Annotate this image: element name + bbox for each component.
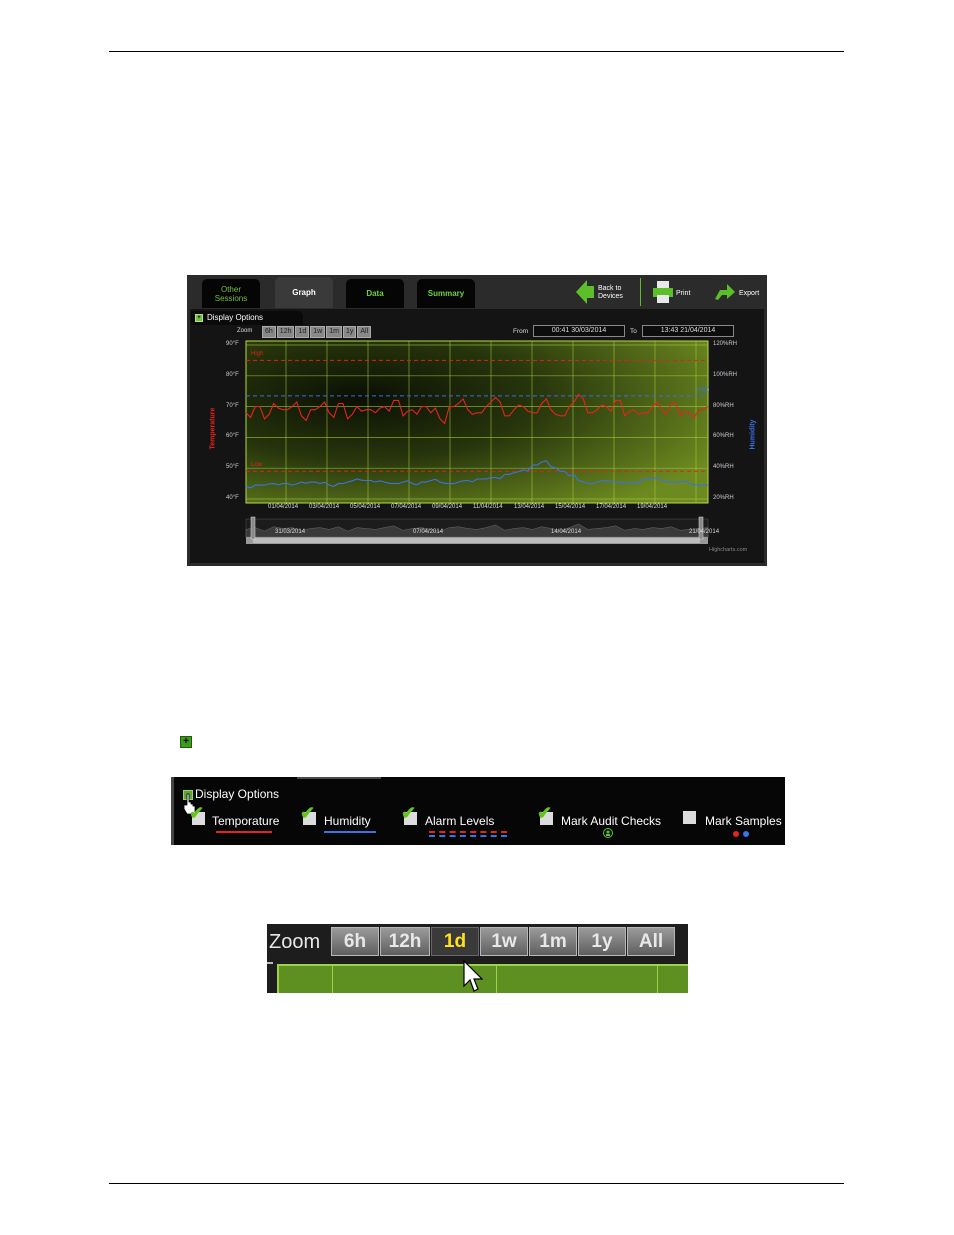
zoom-6h-button[interactable]: 6h bbox=[331, 927, 379, 956]
x-tick-label: 01/04/2014 bbox=[268, 504, 299, 510]
temperature-tick-label: 70°F bbox=[226, 402, 239, 409]
alarm-label-high: High bbox=[697, 386, 710, 393]
zoom-1y-button[interactable]: 1y bbox=[578, 927, 626, 956]
alarm-low-legend-line bbox=[429, 835, 507, 837]
grid-line bbox=[496, 966, 497, 993]
grid-line bbox=[657, 966, 658, 993]
alarm-label-high: High bbox=[251, 351, 264, 358]
checkmark-icon: ✔ bbox=[300, 803, 316, 823]
display-options-title: Display Options bbox=[195, 787, 280, 801]
tick-mark bbox=[267, 962, 273, 964]
navigator-right-handle[interactable] bbox=[698, 516, 704, 540]
mark-samples-checkbox[interactable] bbox=[683, 811, 696, 824]
navigator-tick-label: 07/04/2014 bbox=[413, 529, 444, 535]
x-tick-label: 03/04/2014 bbox=[309, 504, 340, 510]
alarm-label-low: Low bbox=[251, 462, 263, 469]
zoom-12h-button[interactable]: 12h bbox=[380, 927, 430, 956]
humidity-tick-label: 20%RH bbox=[713, 495, 734, 501]
navigator-tick-label: 21/04/2014 bbox=[689, 529, 720, 535]
temperature-tick-label: 50°F bbox=[226, 464, 239, 471]
zoom-all-button[interactable]: All bbox=[627, 927, 675, 956]
zoom-1w-button[interactable]: 1w bbox=[480, 927, 528, 956]
temperature-tick-label: 60°F bbox=[226, 433, 239, 440]
header-rule bbox=[109, 51, 844, 52]
mark-audit-checks-option-label[interactable]: Mark Audit Checks bbox=[561, 814, 661, 828]
x-tick-label: 07/04/2014 bbox=[391, 504, 422, 510]
panel-edge bbox=[171, 777, 174, 845]
navigator-tick-label: 31/03/2014 bbox=[275, 529, 306, 535]
sample-marker-blue bbox=[743, 831, 749, 837]
grid-line bbox=[332, 966, 333, 993]
x-tick-label: 11/04/2014 bbox=[473, 504, 503, 510]
x-tick-label: 15/04/2014 bbox=[555, 504, 586, 510]
mark-samples-option-label[interactable]: Mark Samples bbox=[705, 814, 782, 828]
zoom-screenshot: Zoom 6h 12h 1d 1w 1m 1y All bbox=[267, 924, 688, 993]
x-tick-label: 17/04/2014 bbox=[596, 504, 627, 510]
temperature-tick-label: 90°F bbox=[226, 341, 239, 347]
checkmark-icon: ✔ bbox=[189, 803, 205, 823]
display-options-screenshot: Display Options ✔ Temporature ✔ Humidity… bbox=[171, 777, 785, 845]
x-tick-label: 05/04/2014 bbox=[350, 504, 381, 510]
checkmark-icon: ✔ bbox=[537, 803, 553, 823]
humidity-legend-line bbox=[324, 831, 376, 833]
humidity-tick-label: 80%RH bbox=[713, 402, 734, 409]
temperature-humidity-chart bbox=[245, 340, 709, 544]
temperature-tick-label: 40°F bbox=[226, 495, 239, 501]
zoom-1m-button[interactable]: 1m bbox=[529, 927, 577, 956]
navigator-left-handle[interactable] bbox=[250, 516, 256, 540]
highcharts-credit[interactable]: Highcharts.com bbox=[709, 547, 747, 553]
x-tick-label: 13/04/2014 bbox=[514, 504, 545, 510]
tab-underline bbox=[297, 777, 381, 779]
temperature-legend-line bbox=[216, 831, 272, 833]
graph-screenshot: Other Sessions Graph Data Summary Back t… bbox=[187, 275, 767, 566]
x-tick-label: 09/04/2014 bbox=[432, 504, 463, 510]
humidity-tick-label: 120%RH bbox=[713, 341, 738, 347]
humidity-tick-label: 60%RH bbox=[713, 433, 734, 440]
temperature-option-label[interactable]: Temporature bbox=[212, 814, 279, 828]
scrollbar-thumb[interactable] bbox=[253, 538, 700, 543]
temperature-tick-label: 80°F bbox=[226, 371, 239, 378]
zoom-label: Zoom bbox=[269, 931, 321, 953]
footer-rule bbox=[109, 1183, 844, 1184]
audit-check-icon bbox=[603, 828, 613, 838]
arrow-cursor-icon bbox=[463, 960, 483, 992]
humidity-tick-label: 40%RH bbox=[713, 464, 734, 471]
sample-marker-red bbox=[733, 831, 739, 837]
alarm-high-legend-line bbox=[429, 831, 507, 833]
x-tick-label: 19/04/2014 bbox=[637, 504, 668, 510]
zoom-1d-button[interactable]: 1d bbox=[431, 927, 479, 956]
navigator-tick-label: 14/04/2014 bbox=[551, 529, 582, 535]
alarm-levels-option-label[interactable]: Alarm Levels bbox=[425, 814, 494, 828]
humidity-tick-label: 100%RH bbox=[713, 371, 738, 378]
humidity-option-label[interactable]: Humidity bbox=[324, 814, 371, 828]
checkmark-icon: ✔ bbox=[401, 803, 417, 823]
plus-icon: + bbox=[180, 736, 192, 748]
